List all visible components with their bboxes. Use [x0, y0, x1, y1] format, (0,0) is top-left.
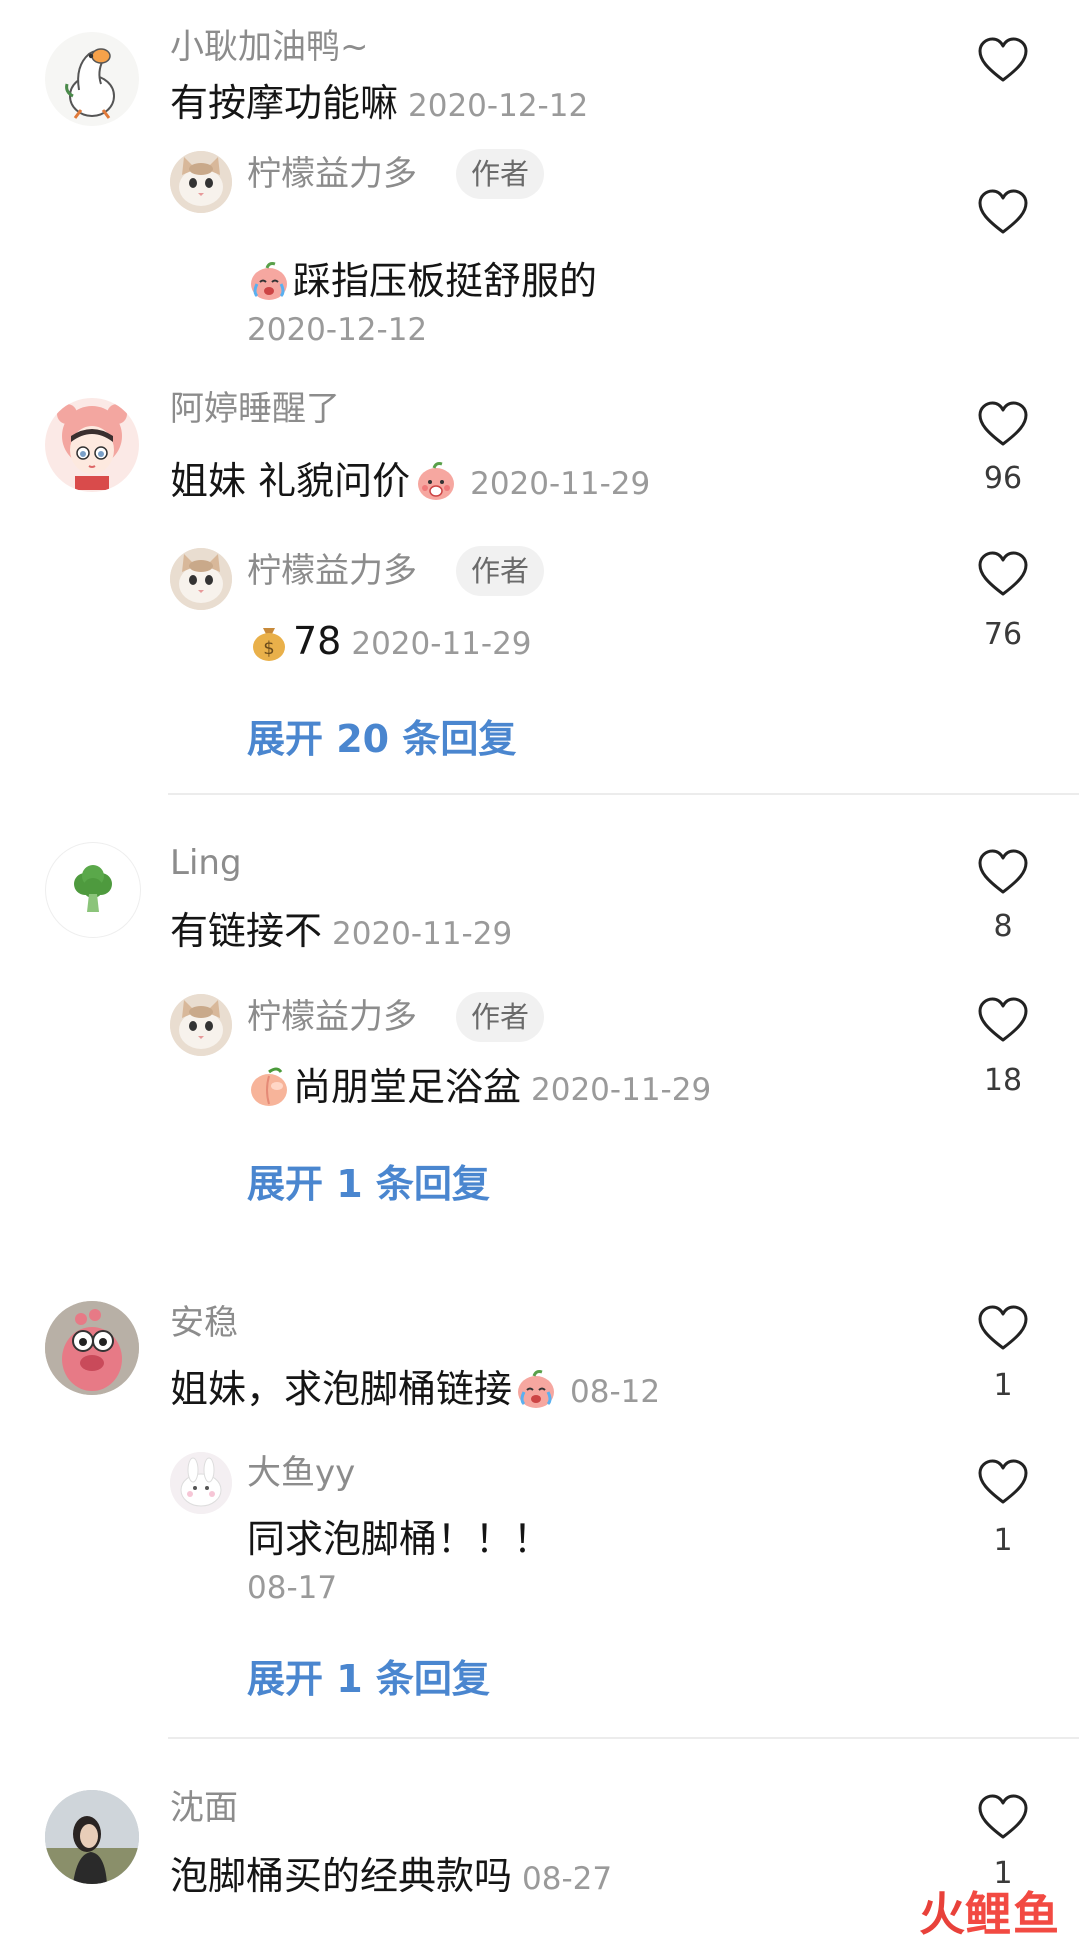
svg-text:$: $ — [263, 638, 274, 659]
comment-text: 泡脚桶买的经典款吗 08-27 — [170, 1853, 612, 1902]
comment-date: 08-27 — [522, 1861, 613, 1897]
author-badge: 作者 — [456, 546, 545, 596]
comment-date: 2020-12-12 — [408, 88, 589, 124]
crying-peach-emoji — [251, 262, 287, 300]
comment-date: 08-12 — [570, 1374, 661, 1410]
cat-avatar[interactable] — [170, 151, 232, 213]
like-heart-icon[interactable] — [975, 398, 1031, 450]
girl-bear-hat-avatar[interactable] — [45, 398, 139, 492]
comment-author[interactable]: 沈面 — [170, 1788, 238, 1828]
watermark-fire: 火 — [919, 1887, 965, 1941]
comment-body: 姐妹 礼貌问价 — [170, 459, 411, 503]
reply-text: 尚朋堂足浴盆 2020-11-29 — [247, 1064, 711, 1113]
crying-peach-emoji — [518, 1370, 555, 1408]
reply-body: 78 — [293, 619, 342, 663]
comment-date: 2020-11-29 — [332, 916, 513, 952]
reply-date: 2020-11-29 — [531, 1072, 712, 1108]
reply-date: 08-17 — [247, 1570, 338, 1606]
like-count: 1 — [993, 1523, 1013, 1558]
comment-body: 有链接不 — [170, 909, 323, 953]
comment-text: 姐妹，求泡脚桶链接 08-12 — [170, 1366, 660, 1415]
like-count: 76 — [983, 617, 1023, 652]
comment-author[interactable]: 阿婷睡醒了 — [170, 389, 340, 429]
reply-body: 尚朋堂足浴盆 — [293, 1065, 522, 1109]
watermark-logo: 火 鲤鱼 — [919, 1887, 1061, 1941]
duck-avatar[interactable] — [45, 32, 139, 126]
comment-body: 有按摩功能嘛 — [170, 81, 399, 125]
reply-author[interactable]: 柠檬益力多 — [247, 997, 417, 1037]
comment-list: 小耿加油鸭~ 有按摩功能嘛 2020-12-12 柠檬益力多 作者 踩指压板挺舒服… — [0, 0, 1079, 1943]
expand-replies-link[interactable]: 展开 1 条回复 — [247, 1656, 490, 1702]
like-count: 1 — [993, 1368, 1013, 1403]
cat-avatar[interactable] — [170, 994, 232, 1056]
reply-text: $78 2020-11-29 — [247, 618, 532, 667]
comment-text: 姐妹 礼貌问价 2020-11-29 — [170, 458, 650, 507]
expand-replies-link[interactable]: 展开 20 条回复 — [247, 716, 516, 762]
broccoli-avatar[interactable] — [45, 842, 141, 938]
comment-body: 姐妹，求泡脚桶链接 — [170, 1367, 513, 1411]
divider — [168, 1737, 1079, 1739]
comment-author[interactable]: Ling — [170, 843, 242, 883]
comment-text: 有链接不 2020-11-29 — [170, 908, 512, 957]
like-count: 18 — [983, 1063, 1023, 1098]
reply-author[interactable]: 柠檬益力多 — [247, 551, 417, 591]
like-heart-icon[interactable] — [975, 34, 1031, 86]
author-badge: 作者 — [456, 149, 545, 199]
girl-photo-avatar[interactable] — [45, 1790, 139, 1884]
comment-body: 泡脚桶买的经典款吗 — [170, 1854, 513, 1898]
like-count: 8 — [993, 909, 1013, 944]
like-heart-icon[interactable] — [975, 1791, 1031, 1843]
reply-author[interactable]: 大鱼yy — [247, 1453, 355, 1493]
author-badge: 作者 — [456, 992, 545, 1042]
bunny-avatar[interactable] — [170, 1452, 232, 1514]
comment-author[interactable]: 安稳 — [170, 1303, 238, 1343]
like-count: 96 — [983, 461, 1023, 496]
like-heart-icon[interactable] — [975, 186, 1031, 238]
reply-text: 同求泡脚桶！！！ — [247, 1516, 551, 1562]
shy-peach-emoji — [418, 462, 455, 500]
peach-emoji — [251, 1067, 287, 1106]
like-heart-icon[interactable] — [975, 846, 1031, 898]
like-heart-icon[interactable] — [975, 1456, 1031, 1508]
like-heart-icon[interactable] — [975, 548, 1031, 600]
reply-body: 踩指压板挺舒服的 — [293, 259, 598, 303]
reply-date: 2020-11-29 — [351, 626, 532, 662]
reply-text: 踩指压板挺舒服的 — [247, 258, 597, 304]
comment-date: 2020-11-29 — [470, 466, 651, 502]
expand-replies-link[interactable]: 展开 1 条回复 — [247, 1161, 490, 1207]
divider — [168, 793, 1079, 795]
money-bag-emoji: $ — [253, 628, 285, 661]
reply-author[interactable]: 柠檬益力多 — [247, 154, 417, 194]
like-heart-icon[interactable] — [975, 1302, 1031, 1354]
cat-avatar[interactable] — [170, 548, 232, 610]
like-heart-icon[interactable] — [975, 994, 1031, 1046]
reply-body: 同求泡脚桶！！！ — [247, 1517, 552, 1561]
watermark-name: 鲤鱼 — [965, 1887, 1061, 1941]
comment-text: 有按摩功能嘛 2020-12-12 — [170, 80, 588, 129]
pink-toy-avatar[interactable] — [45, 1301, 139, 1395]
comment-author[interactable]: 小耿加油鸭~ — [170, 27, 369, 67]
reply-date: 2020-12-12 — [247, 312, 428, 348]
